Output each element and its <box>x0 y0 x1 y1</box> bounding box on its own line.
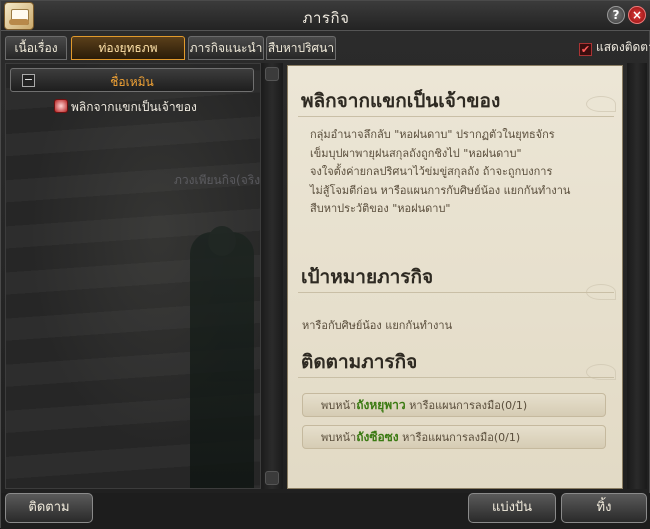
tab-recommended[interactable]: ภารกิจแนะนำ <box>188 36 264 60</box>
title-bar[interactable]: ภารกิจ ? × <box>1 1 650 31</box>
cloud-ornament-icon <box>586 96 616 112</box>
quest-window: ภารกิจ ? × เนื้อเรื่อง ท่องยุทธภพ ภารกิจ… <box>0 0 650 529</box>
description-line: เข็มบุปผาพายุฝนสกุลถังถูกชิงไป "หอฝนดาบ" <box>310 146 522 160</box>
quest-title: พลิกจากแขกเป็นเจ้าของ <box>301 90 501 112</box>
divider <box>298 116 614 117</box>
quest-list-panel: ภวงเพียนกิจ(จริงม − ชื่อเหมิน พลิกจากแขก… <box>5 63 261 489</box>
checkbox-checked-icon[interactable]: ✔ <box>579 43 592 56</box>
description-line: จงใจตั้งค่ายกลปริศนาไว้ข่มขู่สกุลถัง ถ้า… <box>310 165 553 178</box>
tracking-item[interactable]: พบหน้าถังซือซง หารือแผนการลงมือ(0/1) <box>302 425 606 449</box>
quest-item-label: พลิกจากแขกเป็นเจ้าของ <box>71 100 197 114</box>
description-line: กลุ่มอำนาจลึกลับ "หอฝนดาบ" ปรากฏตัวในยุท… <box>310 128 555 141</box>
list-scrollbar[interactable] <box>261 63 283 489</box>
quest-category-label: ชื่อเหมิน <box>110 75 154 89</box>
share-button[interactable]: แบ่งปัน <box>468 493 556 523</box>
divider <box>298 292 614 293</box>
goal-heading: เป้าหมายภารกิจ <box>301 266 434 288</box>
window-title: ภารกิจ <box>302 9 350 27</box>
character-figure <box>190 226 254 488</box>
tracking-item[interactable]: พบหน้าถังหยุพาว หารือแผนการลงมือ(0/1) <box>302 393 606 417</box>
tracking-suffix: หารือแผนการลงมือ(0/1) <box>405 399 528 412</box>
scroll-up-icon[interactable] <box>265 67 279 81</box>
goal-text: หารือกับศิษย์น้อง แยกกันทำงาน <box>302 319 453 332</box>
quest-list-item[interactable]: พลิกจากแขกเป็นเจ้าของ <box>54 98 197 116</box>
description-line: สืบหาประวัติของ "หอฝนดาบ" <box>310 202 451 215</box>
description-line: ไม่สู้โจมตีก่อน หารือแผนการกับศิษย์น้อง … <box>310 183 571 197</box>
show-tracking-toggle[interactable]: ✔ แสดงติดตาม <box>579 38 650 57</box>
quest-detail-panel: พลิกจากแขกเป็นเจ้าของ กลุ่มอำนาจลึกลับ "… <box>287 65 623 489</box>
npc-name-link[interactable]: ถังหยุพาว <box>356 398 405 412</box>
background-text: ภวงเพียนกิจ(จริงม <box>174 173 261 187</box>
quest-scroll-icon <box>54 99 68 113</box>
scroll-down-icon[interactable] <box>265 471 279 485</box>
close-button[interactable]: × <box>628 6 646 24</box>
tab-investigate[interactable]: สืบหาปริศนา <box>266 36 336 60</box>
npc-name-link[interactable]: ถังซือซง <box>356 430 398 444</box>
quest-category-row[interactable]: − ชื่อเหมิน <box>10 68 254 92</box>
help-button[interactable]: ? <box>607 6 625 24</box>
tracking-prefix: พบหน้า <box>321 431 357 444</box>
tracking-heading: ติดตามภารกิจ <box>301 351 418 373</box>
quest-description: กลุ่มอำนาจลึกลับ "หอฝนดาบ" ปรากฏตัวในยุท… <box>310 126 610 219</box>
tracking-suffix: หารือแผนการลงมือ(0/1) <box>398 431 521 444</box>
show-tracking-label: แสดงติดตาม <box>596 40 650 54</box>
footer-bar: ติดตาม แบ่งปัน ทิ้ง <box>1 493 650 529</box>
tab-story[interactable]: เนื้อเรื่อง <box>5 36 67 60</box>
track-button[interactable]: ติดตาม <box>5 493 93 523</box>
tracking-prefix: พบหน้า <box>321 399 357 412</box>
detail-scrollbar[interactable] <box>627 63 647 489</box>
tab-wander[interactable]: ท่องยุทธภพ <box>71 36 185 60</box>
abandon-button[interactable]: ทิ้ง <box>561 493 647 523</box>
divider <box>298 377 614 378</box>
